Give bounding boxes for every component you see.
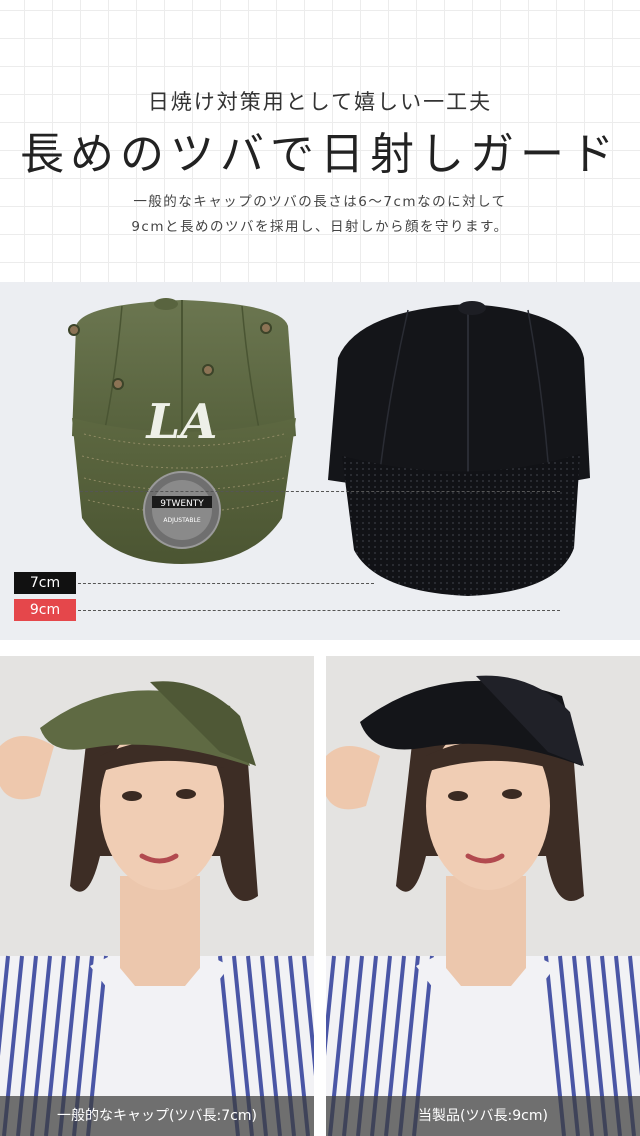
description-line-2: 9cmと長めのツバを採用し、日射しから顔を守ります。: [131, 219, 509, 235]
cap-bottom-line: [80, 491, 560, 492]
photo-product-cap: 当製品(ツバ長:9cm): [326, 656, 640, 1136]
model-photo-general: [0, 656, 314, 1136]
measure-line-9cm: [78, 610, 560, 611]
label-7cm: 7cm: [14, 572, 76, 594]
label-9cm: 9cm: [14, 599, 76, 621]
description-line-1: 一般的なキャップのツバの長さは6〜7cmなのに対して: [133, 194, 507, 210]
caption-product-cap: 当製品(ツバ長:9cm): [326, 1096, 640, 1136]
photo-general-cap: 一般的なキャップ(ツバ長:7cm): [0, 656, 314, 1136]
subhead: 日焼け対策用として嬉しい一工夫: [147, 90, 493, 114]
header-section: 日焼け対策用として嬉しい一工夫 長めのツバで日射しガード 一般的なキャップのツバ…: [0, 0, 640, 282]
black-cap-image: [328, 301, 590, 596]
description: 一般的なキャップのツバの長さは6〜7cmなのに対して 9cmと長めのツバを採用し…: [0, 190, 640, 240]
sticker-sublabel: ADJUSTABLE: [163, 517, 200, 524]
sticker-label: 9TWENTY: [160, 499, 204, 509]
caption-general-cap: 一般的なキャップ(ツバ長:7cm): [0, 1096, 314, 1136]
page-title: 長めのツバで日射しガード: [20, 129, 620, 180]
brim-comparison-section: LA 9TWENTY ADJUSTABLE 7cm 9cm: [0, 282, 640, 640]
model-photo-product: [326, 656, 640, 1136]
cap-logo: LA: [145, 394, 218, 450]
measure-line-7cm: [78, 583, 374, 584]
green-cap-image: LA 9TWENTY ADJUSTABLE: [68, 298, 296, 564]
